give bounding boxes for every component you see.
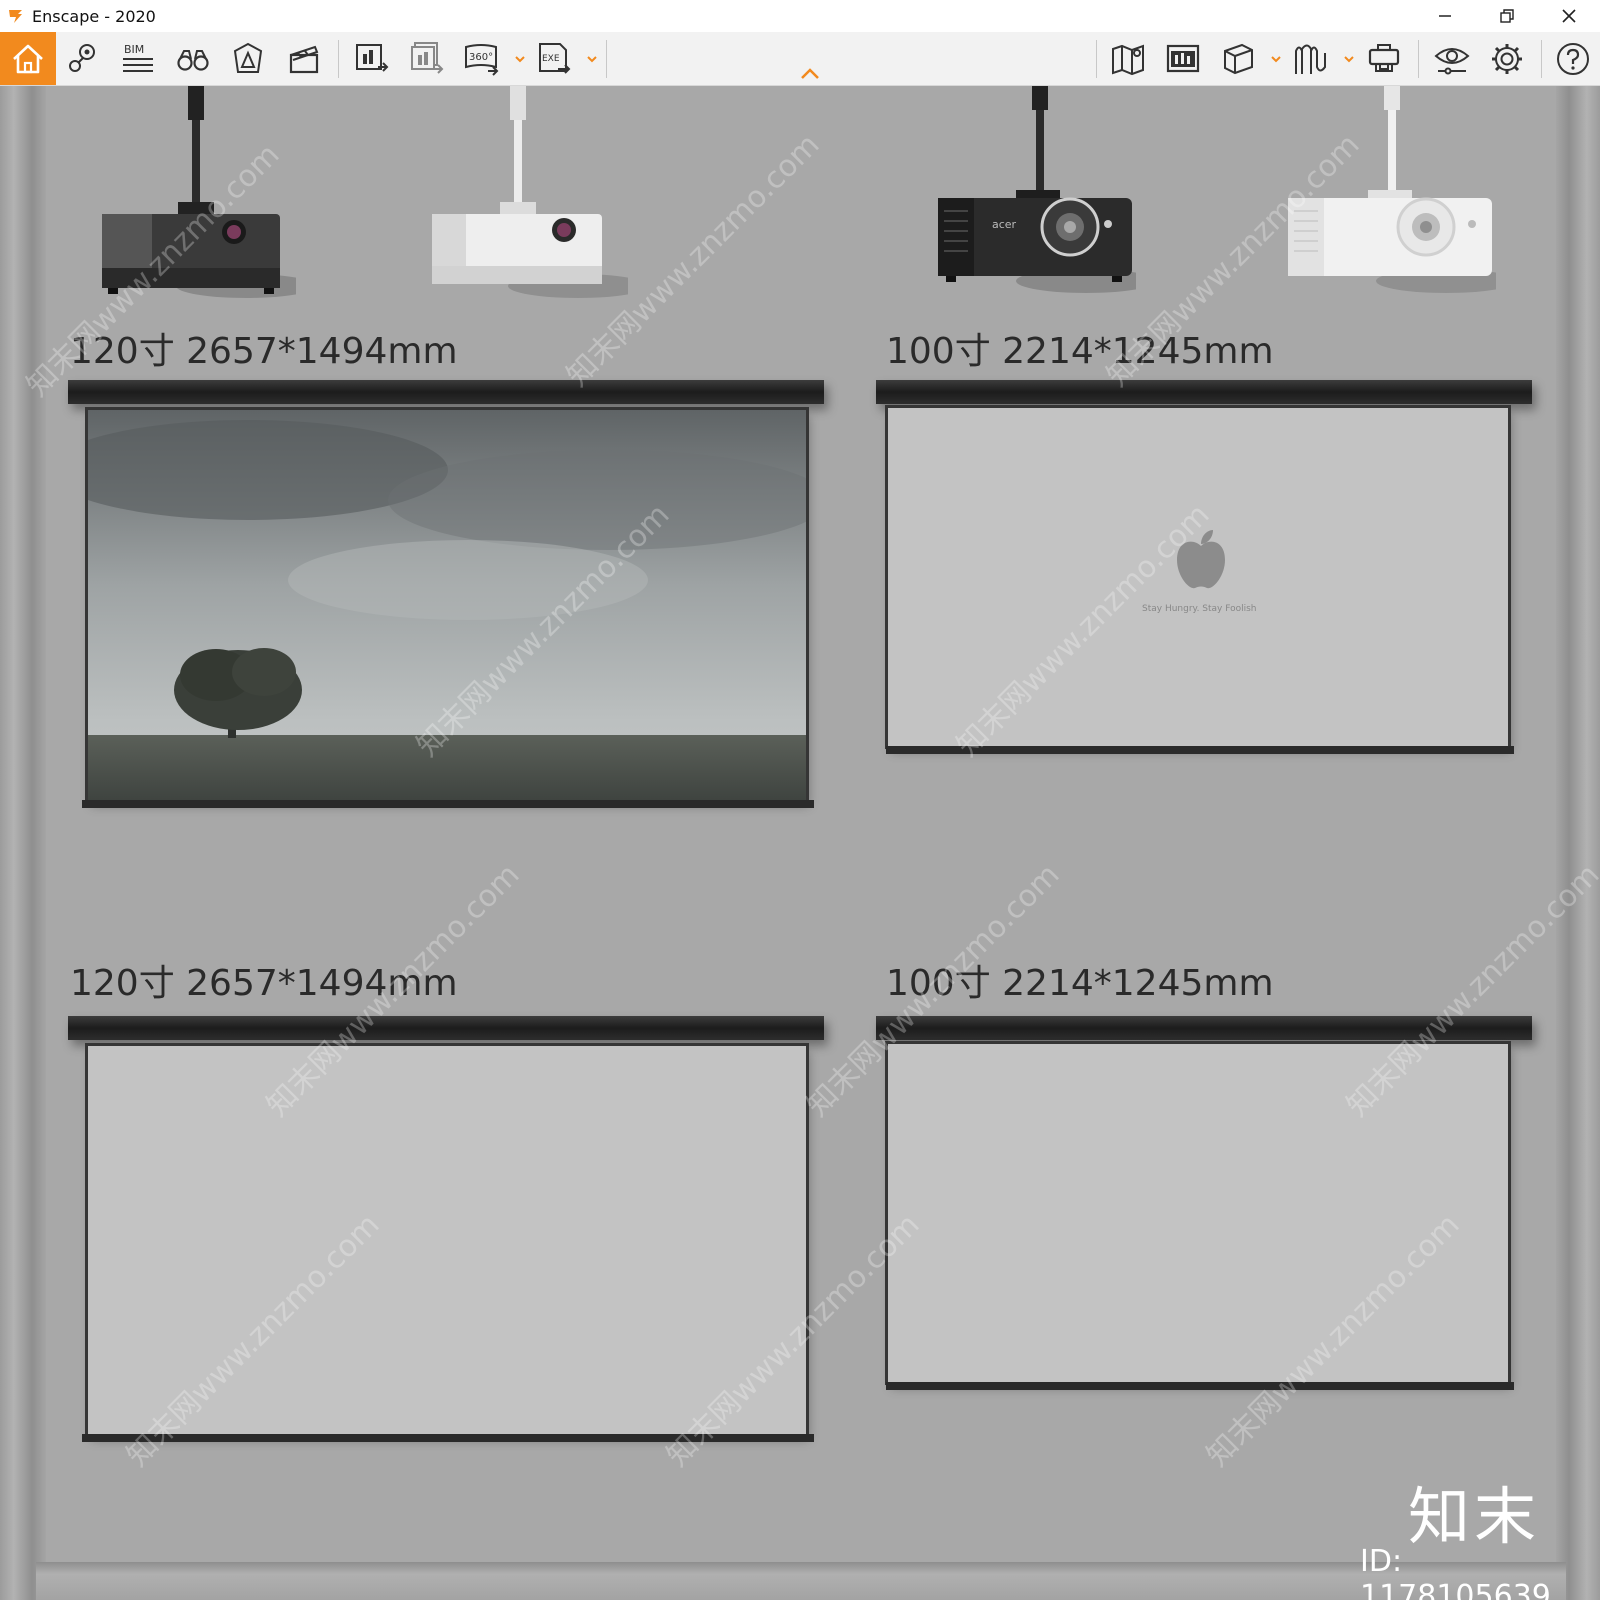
asset-id: ID: 1178105639 [1360,1544,1551,1600]
clapper-icon [289,45,319,74]
vr-headset-icon [1368,44,1400,72]
walk-mode-button[interactable] [173,40,213,78]
sun-house-icon [233,42,263,73]
toolbar-separator [1541,40,1542,78]
cube-icon [1224,43,1253,75]
projector-acer-dark: acer [938,86,1136,293]
enscape-logo-icon [9,10,22,23]
visual-settings-button[interactable] [1432,40,1472,78]
pano-label: 360° [469,52,493,63]
settings-button[interactable] [1487,40,1527,78]
close-icon [1562,9,1576,23]
toolbar-separator [338,40,339,78]
batch-render-button[interactable] [407,40,447,78]
screen-tagline: Stay Hungry. Stay Foolish [1142,604,1257,614]
settings-gear-icon [1492,44,1522,74]
chevron-down-icon[interactable] [1342,52,1356,66]
close-button[interactable] [1538,0,1600,32]
wall-trim [0,86,46,1600]
screen-size-label: 100寸 2214*1245mm [886,331,1274,372]
render-image-button[interactable] [352,40,392,78]
exe-label: EXE [542,54,560,64]
vr-headset-button[interactable] [1364,40,1404,78]
export-image-icon [356,44,389,72]
chevron-down-icon[interactable] [585,52,599,66]
home-icon [13,44,43,73]
screen-size-label: 120寸 2657*1494mm [70,331,458,372]
export-standalone-button[interactable]: EXE [534,40,574,78]
asset-library-button[interactable] [1163,40,1203,78]
wall-trim [36,1562,1566,1600]
atmosphere-button[interactable] [228,40,268,78]
material-editor-button[interactable] [1291,40,1331,78]
map-icon [1112,44,1144,76]
wall-trim [1556,86,1600,1600]
video-editor-button[interactable] [284,40,324,78]
help-icon [1557,43,1589,75]
minimize-icon [1439,15,1451,17]
toolbar-separator [1096,40,1097,78]
projection-screen-120-blank [68,1016,824,1546]
screen-casing [68,380,824,404]
batch-export-icon [411,42,444,74]
restore-icon [1500,9,1514,23]
chevron-down-icon[interactable] [1269,52,1283,66]
render-viewport[interactable]: acer 120寸 2657*1494mm 100寸 2214*1245mm 1… [0,86,1600,1600]
toolbar-separator [1418,40,1419,78]
bim-list-icon: BIM [123,43,153,72]
screen-bottom-bar [886,1382,1514,1390]
chevron-down-icon[interactable] [513,52,527,66]
screen-panel [888,1044,1508,1382]
brand-watermark: 知末 [1408,1480,1541,1553]
projector-white [432,86,628,298]
toolbar-separator [606,40,607,78]
asset-library-icon [1166,44,1200,73]
view-mode-button[interactable] [1218,40,1258,78]
export-360-icon: 360° [465,44,499,76]
projection-screen-100-logo: Stay Hungry. Stay Foolish [876,380,1532,850]
home-button[interactable] [0,32,56,85]
restore-button[interactable] [1476,0,1538,32]
screen-casing [876,380,1532,404]
screen-casing [68,1016,824,1040]
screen-bottom-bar [82,800,814,808]
material-icon [1295,44,1326,74]
export-panorama-button[interactable]: 360° [462,40,502,78]
minimize-button[interactable] [1414,0,1476,32]
title-bar: Enscape - 2020 [0,0,1600,32]
view-settings-icon [1434,48,1470,75]
window-title: Enscape - 2020 [32,6,156,26]
export-exe-icon: EXE [539,43,571,74]
binoculars-icon [177,50,209,71]
projection-screen-120-landscape [68,380,824,910]
help-button[interactable] [1553,40,1593,78]
bim-label: BIM [124,43,144,56]
map-button[interactable] [1108,40,1148,78]
bim-button[interactable]: BIM [118,40,158,78]
location-pin-icon [69,44,95,72]
location-button[interactable] [62,40,102,78]
chevron-up-icon[interactable] [798,66,822,82]
projector-brand: acer [992,218,1017,231]
